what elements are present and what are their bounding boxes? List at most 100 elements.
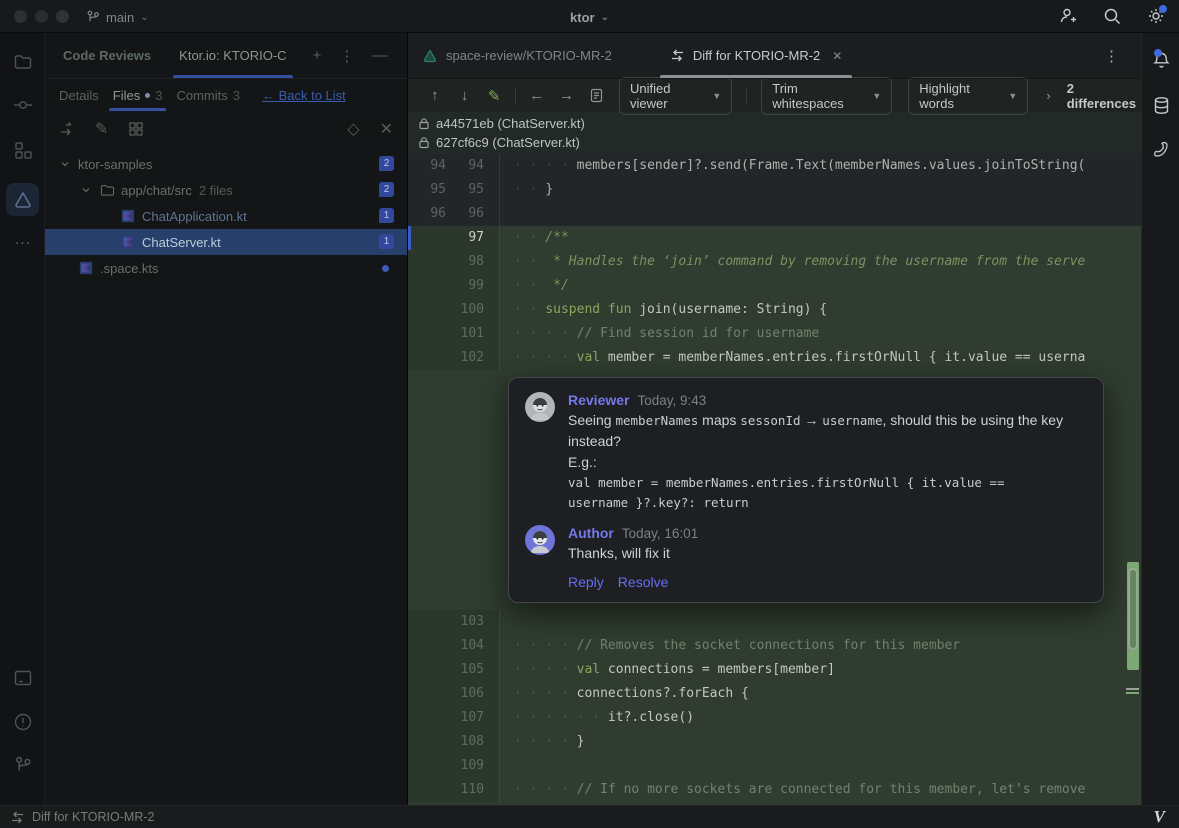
code-line-101[interactable]: 101· · · · // Find session id for userna… [408, 322, 1141, 346]
comment-text: E.g.: [568, 452, 1085, 473]
reviewer-avatar [525, 392, 555, 422]
database-tool-icon[interactable] [1142, 91, 1179, 119]
code-line-107[interactable]: 107· · · · · · it?.close() [408, 706, 1141, 730]
file-tree: ktor-samples2app/chat/src2 files2ChatApp… [45, 147, 407, 281]
differences-count: 2 differences [1067, 81, 1141, 111]
edit-source-icon[interactable]: ✎ [479, 87, 509, 105]
status-bar: Diff for KTORIO-MR-2 V [0, 805, 1179, 828]
more-tool-windows-icon[interactable]: ⋯ [0, 228, 45, 258]
comment-text: Seeing memberNames maps sessonId → usern… [568, 410, 1085, 452]
gradle-tool-icon[interactable] [1142, 135, 1179, 163]
code-line-94[interactable]: 9494· · · · members[sender]?.send(Frame.… [408, 154, 1141, 178]
status-text: Diff for KTORIO-MR-2 [32, 810, 154, 824]
code-line-95[interactable]: 9595· · } [408, 178, 1141, 202]
commit-tool-icon[interactable] [0, 90, 45, 120]
comment-popup: Reviewer Today, 9:43 Seeing memberNames ma… [508, 377, 1104, 603]
hide-panel-icon[interactable]: — [372, 47, 387, 64]
notifications-bell-icon[interactable] [1142, 46, 1179, 74]
code-line-100[interactable]: 100· · suspend fun join(username: String… [408, 298, 1141, 322]
commit-refs: a44571eb (ChatServer.kt)627cf6c9 (ChatSe… [408, 112, 1141, 154]
forward-icon[interactable]: → [552, 87, 582, 104]
problems-tool-icon[interactable] [0, 707, 45, 737]
tree-item-label: .space.kts [100, 261, 159, 276]
lock-icon [418, 136, 430, 149]
code-line-103[interactable]: 103 [408, 610, 1141, 634]
editor-tabs: space-review/KTORIO-MR-2 Diff for KTORIO… [408, 33, 1141, 79]
comment-count-badge: 1 [379, 234, 394, 249]
git-tool-icon[interactable] [0, 750, 45, 780]
comment-timestamp: Today, 9:43 [637, 393, 706, 408]
resolve-link[interactable]: Resolve [618, 574, 669, 590]
diff-code-area: 9494· · · · members[sender]?.send(Frame.… [408, 154, 1141, 807]
subtab-details[interactable]: Details [59, 79, 99, 111]
highlight-dropdown[interactable]: Highlight words▼ [908, 77, 1028, 115]
tree-item-label: app/chat/src [121, 183, 192, 198]
code-line-97[interactable]: 97· · /** [408, 226, 1141, 250]
kotlin-file-icon [121, 235, 135, 249]
code-line-98[interactable]: 98· · * Handles the ‘join’ command by re… [408, 250, 1141, 274]
tab-space-review[interactable]: space-review/KTORIO-MR-2 [408, 33, 626, 78]
code-line-104[interactable]: 104· · · · // Removes the socket connect… [408, 634, 1141, 658]
subtab-files[interactable]: Files 3 [113, 79, 163, 111]
author-avatar [525, 525, 555, 555]
code-line-109[interactable]: 109 [408, 754, 1141, 778]
tree-item-label: ChatServer.kt [142, 235, 221, 250]
code-with-me-icon[interactable] [1057, 5, 1079, 27]
previous-difference-icon[interactable]: ↑ [420, 87, 450, 104]
space-tool-icon[interactable] [6, 183, 39, 216]
editor-options-kebab-icon[interactable]: ⋮ [1104, 47, 1119, 65]
edit-icon[interactable]: ✎ [95, 119, 108, 139]
tree-item-ktor-samples[interactable]: ktor-samples2 [45, 151, 407, 177]
scrollbar-thumb[interactable] [1128, 568, 1138, 650]
whitespace-dropdown[interactable]: Trim whitespaces▼ [761, 77, 892, 115]
added-lines-block: 97· · /**98· · * Handles the ‘join’ comm… [408, 226, 1141, 807]
structure-tool-icon[interactable] [0, 135, 45, 165]
tab-code-reviews[interactable]: Code Reviews [49, 33, 165, 78]
group-by-icon[interactable] [128, 121, 144, 137]
chevron-expanded-icon [81, 185, 91, 195]
back-icon[interactable]: ← [522, 87, 552, 104]
tab-diff[interactable]: Diff for KTORIO-MR-2 ✕ [656, 33, 856, 78]
modified-dot [382, 265, 389, 272]
jump-to-source-icon[interactable] [59, 121, 75, 137]
code-line-96[interactable]: 9696 [408, 202, 1141, 226]
reply-link[interactable]: Reply [568, 574, 604, 590]
search-icon[interactable] [1101, 5, 1123, 27]
settings-gear-icon[interactable] [1145, 5, 1167, 27]
editor-area: space-review/KTORIO-MR-2 Diff for KTORIO… [407, 33, 1141, 805]
close-tab-icon[interactable]: ✕ [832, 49, 842, 63]
tree-item-app-chat-src[interactable]: app/chat/src2 files2 [45, 177, 407, 203]
expand-collapse-icon[interactable]: ◇ [347, 119, 359, 139]
kotlin-file-icon [79, 261, 93, 275]
new-tab-icon[interactable]: + [313, 47, 322, 64]
tree-item--space-kts[interactable]: .space.kts [45, 255, 407, 281]
code-line-99[interactable]: 99· · */ [408, 274, 1141, 298]
ide-window: main ⌄ ktor ⌄ [0, 0, 1179, 828]
code-review-panel: Code Reviews Ktor.io: KTORIO-C + ⋮ — Det… [45, 33, 407, 805]
project-selector[interactable]: ktor ⌄ [0, 6, 1179, 28]
close-panel-icon[interactable]: ✕ [380, 119, 393, 139]
subtab-commits[interactable]: Commits 3 [176, 79, 240, 111]
next-difference-icon[interactable]: ↓ [450, 87, 480, 104]
code-line-102[interactable]: 102· · · · val member = memberNames.entr… [408, 346, 1141, 370]
terminal-tool-icon[interactable] [0, 663, 45, 693]
comment-count-badge: 2 [379, 182, 394, 197]
kebab-menu-icon[interactable]: ⋮ [339, 47, 354, 65]
chevron-down-icon: ▼ [872, 91, 881, 101]
tab-review-ktorio[interactable]: Ktor.io: KTORIO-C [165, 33, 300, 78]
comment-message-author: AuthorToday, 16:01Thanks, will fix it [525, 525, 1085, 564]
code-line-110[interactable]: 110· · · · // If no more sockets are con… [408, 778, 1141, 802]
code-line-108[interactable]: 108· · · · } [408, 730, 1141, 754]
comment-author: Reviewer [568, 392, 629, 408]
viewer-mode-dropdown[interactable]: Unified viewer▼ [619, 77, 732, 115]
tree-item-chatapplication-kt[interactable]: ChatApplication.kt1 [45, 203, 407, 229]
code-line-105[interactable]: 105· · · · val connections = members[mem… [408, 658, 1141, 682]
back-to-list-link[interactable]: ← Back to List [262, 88, 346, 103]
code-line-106[interactable]: 106· · · · connections?.forEach { [408, 682, 1141, 706]
chevron-down-icon: ▼ [1008, 91, 1017, 101]
left-tool-stripe: ⋯ [0, 33, 45, 805]
tree-item-chatserver-kt[interactable]: ChatServer.kt 1 [45, 229, 407, 255]
toolbar-overflow-chevron-icon[interactable]: › [1046, 88, 1050, 103]
diff-settings-icon[interactable] [581, 88, 611, 103]
project-tool-icon[interactable] [0, 47, 45, 77]
